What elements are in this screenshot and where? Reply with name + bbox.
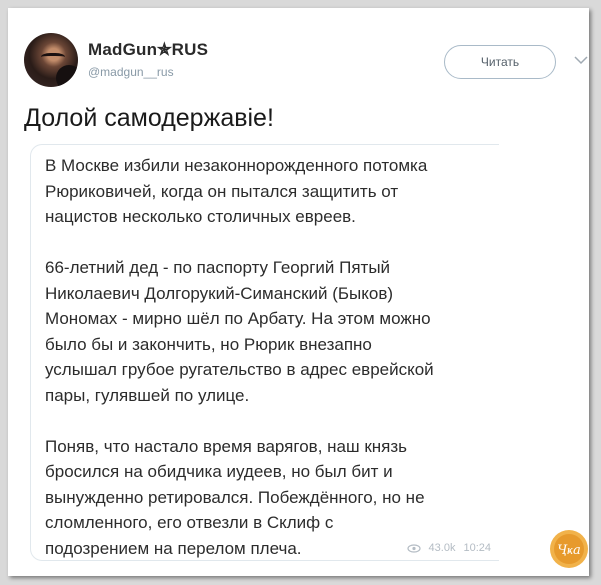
author-handle[interactable]: @madgun__rus bbox=[88, 65, 174, 79]
chevron-down-icon[interactable] bbox=[574, 56, 588, 65]
image-text: В Москве избили незаконнорожденного пото… bbox=[45, 156, 434, 558]
watermark-logo: Ҷҝа bbox=[550, 530, 588, 568]
author-name[interactable]: MadGun✯RUS bbox=[88, 40, 208, 60]
svg-text:Ҷҝа: Ҷҝа bbox=[557, 543, 581, 558]
image-meta: 43.0k 10:24 bbox=[406, 542, 491, 554]
attached-image[interactable]: В Москве избили незаконнорожденного пото… bbox=[30, 144, 499, 561]
tweet-text: Долой самодержавіе! bbox=[24, 104, 274, 132]
avatar[interactable] bbox=[24, 33, 78, 87]
eye-icon bbox=[406, 543, 421, 553]
follow-button[interactable]: Читать bbox=[444, 45, 556, 79]
post-time: 10:24 bbox=[463, 542, 491, 554]
view-count: 43.0k bbox=[428, 542, 456, 554]
tweet-card: MadGun✯RUS @madgun__rus Читать Долой сам… bbox=[8, 8, 589, 576]
